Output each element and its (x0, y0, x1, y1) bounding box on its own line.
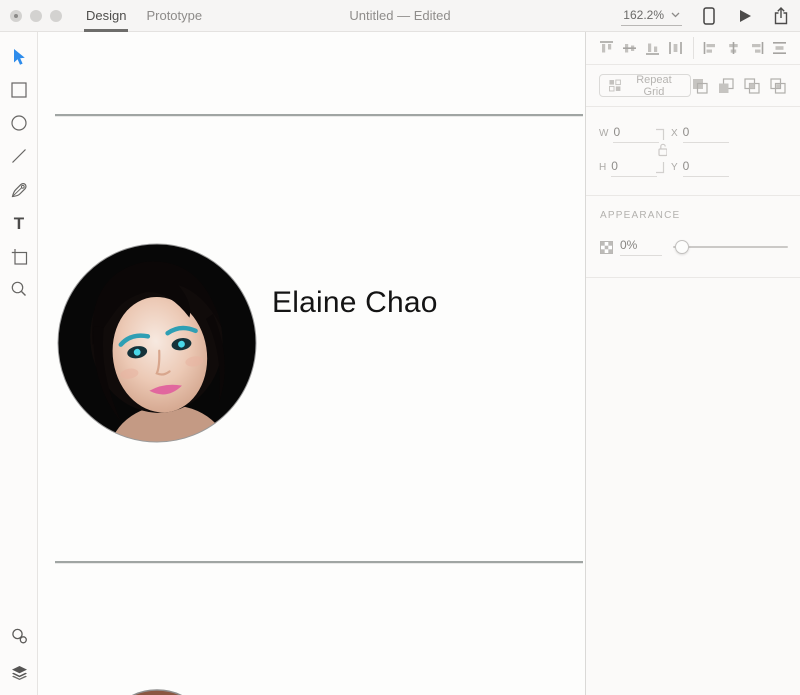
opacity-slider[interactable] (673, 240, 790, 254)
align-top-icon[interactable] (595, 38, 618, 58)
boolean-subtract-icon[interactable] (717, 77, 735, 95)
y-field: Y (671, 159, 729, 177)
opacity-checkerboard-icon (600, 240, 613, 254)
zoom-tool-icon[interactable] (0, 280, 38, 298)
object-actions-row: Repeat Grid (586, 64, 800, 106)
alignment-toolbar (586, 32, 800, 64)
boolean-add-icon[interactable] (691, 77, 709, 95)
appearance-section: APPEARANCE (586, 195, 800, 278)
height-input[interactable] (611, 159, 658, 177)
tab-prototype-label: Prototype (146, 8, 203, 23)
chevron-down-icon (670, 10, 680, 20)
height-label: H (599, 162, 607, 173)
zoom-level-dropdown[interactable]: 162.2% (621, 6, 682, 26)
artboard-tool-icon[interactable] (0, 247, 38, 265)
opacity-input[interactable] (620, 238, 662, 256)
assets-icon[interactable] (0, 627, 38, 645)
traffic-lights (0, 9, 76, 22)
y-input[interactable] (682, 159, 729, 177)
titlebar: Design Prototype Untitled — Edited 162.2… (0, 0, 800, 32)
tab-design[interactable]: Design (76, 0, 136, 32)
distribute-vertical-icon[interactable] (768, 38, 791, 58)
align-bottom-icon[interactable] (641, 38, 664, 58)
tools-panel: T (0, 32, 38, 695)
select-tool-icon[interactable] (0, 48, 38, 66)
boolean-ops (691, 77, 787, 95)
distribute-horizontal-icon[interactable] (664, 38, 687, 58)
app-body: T Elaine Chao Repeat Grid W 0 H 0 X 0 Y … (0, 32, 800, 695)
opacity-row (600, 238, 790, 256)
titlebar-controls: 162.2% (621, 0, 790, 32)
play-icon[interactable] (736, 7, 754, 25)
device-preview-icon[interactable] (700, 7, 718, 25)
height-field: H (599, 159, 658, 177)
rectangle-tool-icon[interactable] (0, 81, 38, 99)
x-input[interactable] (682, 125, 729, 143)
x-label: X (671, 128, 678, 139)
align-center-icon[interactable] (722, 38, 745, 58)
tab-design-label: Design (86, 8, 127, 23)
align-middle-icon[interactable] (618, 38, 641, 58)
close-window-button[interactable] (10, 9, 22, 22)
divider-line-top[interactable] (55, 114, 583, 116)
line-tool-icon[interactable] (0, 147, 38, 165)
inspector-panel: Repeat Grid W 0 H 0 X 0 Y 0 APPEARANCE 0… (586, 32, 800, 695)
tab-prototype[interactable]: Prototype (136, 0, 212, 32)
align-left-icon[interactable] (698, 38, 721, 58)
transform-section: W H X Y (586, 106, 800, 195)
boolean-intersect-icon[interactable] (743, 77, 761, 95)
zoom-window-button[interactable] (50, 9, 62, 22)
layers-icon[interactable] (0, 664, 38, 682)
repeat-grid-button[interactable]: Repeat Grid (599, 73, 691, 98)
width-field: W (599, 125, 660, 143)
alignment-divider (692, 37, 694, 59)
partial-head-graphic (131, 689, 183, 695)
artboard-canvas[interactable]: Elaine Chao (38, 32, 586, 695)
adobe-xd-window: Design Prototype Untitled — Edited 162.2… (0, 0, 800, 695)
avatar-portrait (57, 243, 257, 443)
divider-line-bottom[interactable] (55, 561, 583, 563)
opacity-slider-track[interactable] (673, 246, 788, 248)
minimize-window-button[interactable] (30, 9, 42, 22)
text-tool-icon[interactable]: T (0, 214, 38, 232)
contact-avatar[interactable] (57, 243, 257, 443)
share-icon[interactable] (772, 7, 790, 25)
boolean-exclude-icon[interactable] (769, 77, 787, 95)
repeat-grid-label: Repeat Grid (636, 73, 672, 98)
ellipse-tool-icon[interactable] (0, 114, 38, 132)
x-field: X (671, 125, 729, 143)
lock-aspect-ratio-icon[interactable] (652, 126, 667, 176)
next-contact-avatar-partial[interactable] (114, 684, 200, 695)
zoom-level-value: 162.2% (623, 8, 664, 22)
text-tool-glyph: T (13, 213, 25, 233)
pen-tool-icon[interactable] (0, 180, 38, 198)
y-label: Y (671, 162, 678, 173)
contact-name-text[interactable]: Elaine Chao (272, 286, 438, 320)
width-label: W (599, 128, 609, 139)
repeat-grid-icon (609, 79, 621, 92)
align-right-icon[interactable] (745, 38, 768, 58)
opacity-slider-handle[interactable] (675, 240, 689, 254)
appearance-heading: APPEARANCE (600, 210, 681, 221)
